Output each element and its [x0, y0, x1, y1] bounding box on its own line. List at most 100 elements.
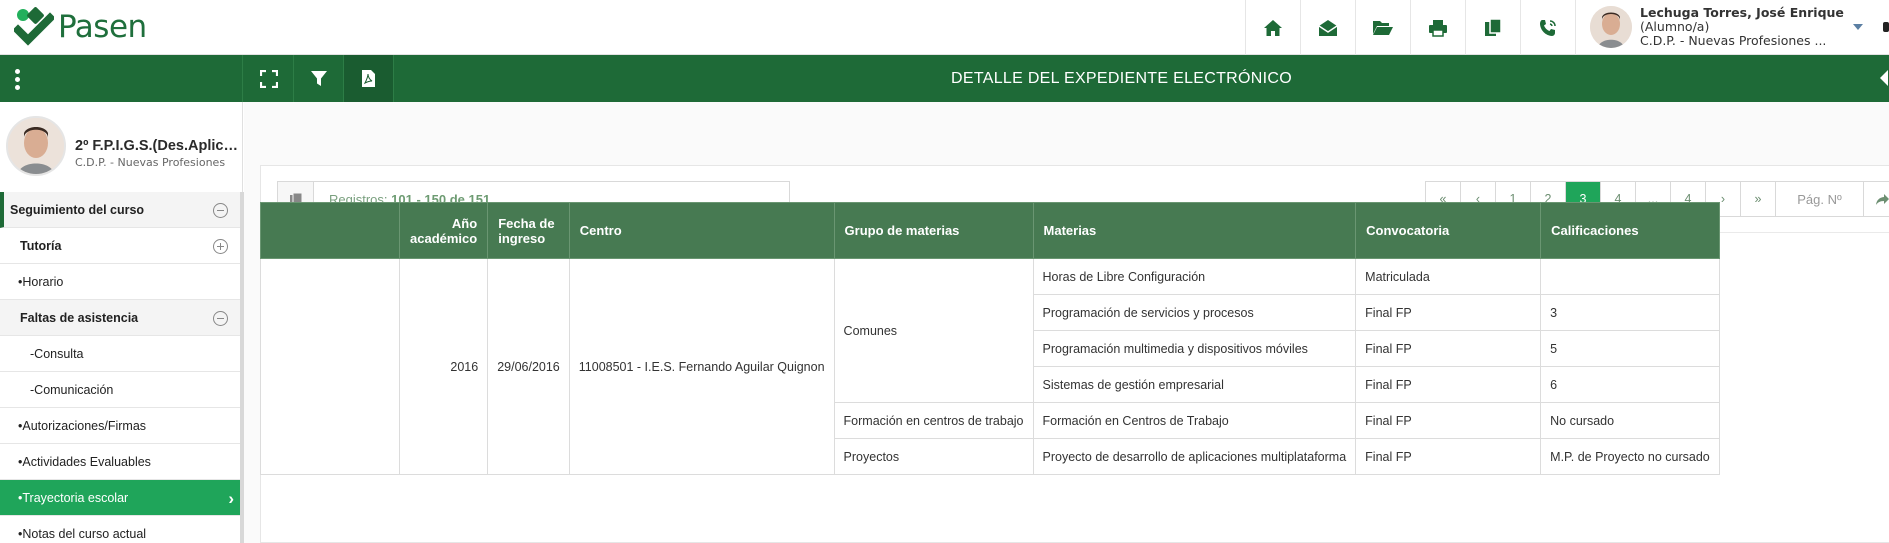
sidebar-item-label: •Horario — [18, 274, 64, 289]
session-cell: Final FP — [1355, 294, 1542, 331]
subject-cell: Proyecto de desarrollo de aplicaciones m… — [1032, 438, 1357, 475]
column-header[interactable]: Centro — [568, 202, 835, 259]
sidebar-nav: Seguimiento del curso Tutoría •Horario F… — [0, 192, 240, 543]
expand-icon — [259, 69, 278, 88]
session-cell: Final FP — [1355, 330, 1542, 367]
column-header[interactable]: Grupo de materias — [833, 202, 1034, 259]
center-cell: 11008501 - I.E.S. Fernando Aguilar Quign… — [568, 258, 835, 475]
sidebar-item-seguimiento[interactable]: Seguimiento del curso — [0, 192, 240, 228]
sidebar-item-label: Seguimiento del curso — [10, 202, 145, 217]
envelope-open-icon[interactable] — [1300, 0, 1355, 55]
sidebar-item-label: -Comunicación — [30, 382, 114, 397]
share-arrow-icon — [1875, 193, 1889, 205]
sidebar-item-actividades[interactable]: •Actividades Evaluables — [0, 444, 240, 480]
sidebar-item-label: •Trayectoria escolar — [18, 490, 129, 505]
table-header-row: Año académico Fecha de ingreso Centro Gr… — [260, 202, 1720, 259]
column-header[interactable]: Año académico — [398, 202, 489, 259]
pdf-export-button[interactable] — [344, 55, 394, 102]
year-cell: 2016 — [398, 258, 489, 475]
session-cell: Final FP — [1355, 402, 1542, 439]
sidebar-item-horario[interactable]: •Horario — [0, 264, 240, 300]
home-icon[interactable] — [1245, 0, 1300, 55]
sidebar-item-label: Faltas de asistencia — [20, 310, 139, 325]
sidebar-item-consulta[interactable]: -Consulta — [0, 336, 240, 372]
vertical-dots-icon — [15, 69, 20, 93]
top-bar: Pasen Lechuga Torres, José Enrique (Alum… — [0, 0, 1889, 55]
go-page-button[interactable] — [1864, 182, 1889, 216]
user-role: (Alumno/a) — [1640, 19, 1710, 34]
user-center: C.D.P. - Nuevas Profesiones ... — [1640, 33, 1827, 48]
session-cell: Final FP — [1355, 366, 1542, 403]
table-row: 2016 29/06/2016 11008501 - I.E.S. Fernan… — [260, 258, 1720, 475]
transcript-table: Año académico Fecha de ingreso Centro Gr… — [260, 202, 1720, 475]
course-name: 2º F.P.I.G.S.(Des.Aplic.Multip.) — [75, 138, 241, 154]
student-avatar — [6, 116, 66, 176]
pdf-file-icon — [362, 70, 375, 87]
column-header[interactable]: Convocatoria — [1355, 202, 1542, 259]
sidebar-item-label: •Actividades Evaluables — [18, 454, 151, 469]
main-content: Registros: 101 - 150 de 151 « ‹ 1 2 3 4 … — [244, 102, 1889, 543]
sidebar-item-faltas[interactable]: Faltas de asistencia — [0, 300, 240, 336]
column-header — [260, 202, 400, 259]
user-avatar — [1590, 6, 1632, 48]
sidebar-item-label: •Notas del curso actual — [18, 526, 147, 541]
grade-cell: 6 — [1540, 366, 1720, 403]
sidebar-item-comunicacion[interactable]: -Comunicación — [0, 372, 240, 408]
subject-cell: Programación de servicios y procesos — [1032, 294, 1357, 331]
filter-icon — [310, 70, 327, 86]
column-header[interactable]: Calificaciones — [1540, 202, 1720, 259]
group-cell: Proyectos — [833, 438, 1034, 475]
subject-cell: Horas de Libre Configuración — [1032, 258, 1357, 295]
sidebar: 2º F.P.I.G.S.(Des.Aplic.Multip.) C.D.P. … — [0, 102, 244, 543]
subject-cell: Sistemas de gestión empresarial — [1032, 366, 1357, 403]
group-cell: Comunes — [833, 258, 1034, 403]
page-number-input[interactable]: Pág. Nº — [1776, 182, 1864, 216]
pasen-logo[interactable]: Pasen — [12, 6, 147, 48]
sidebar-item-notas[interactable]: •Notas del curso actual — [0, 516, 240, 543]
table-cell — [260, 258, 400, 475]
expand-icon[interactable] — [213, 239, 228, 254]
sidebar-item-autorizaciones[interactable]: •Autorizaciones/Firmas — [0, 408, 240, 444]
chevron-right-icon: › — [228, 489, 234, 508]
column-header[interactable]: Fecha de ingreso — [487, 202, 570, 259]
copy-icon[interactable] — [1465, 0, 1520, 55]
grade-cell: 5 — [1540, 330, 1720, 367]
print-icon[interactable] — [1410, 0, 1465, 55]
pasen-logo-icon — [12, 6, 56, 48]
sidebar-item-label: Tutoría — [20, 238, 62, 253]
last-page-button[interactable]: » — [1741, 182, 1776, 216]
collapse-icon[interactable] — [213, 203, 228, 218]
course-center: C.D.P. - Nuevas Profesiones — [75, 156, 226, 169]
subject-cell: Formación en Centros de Trabajo — [1032, 402, 1357, 439]
collapse-icon[interactable] — [213, 311, 228, 326]
student-profile: 2º F.P.I.G.S.(Des.Aplic.Multip.) C.D.P. … — [0, 102, 243, 192]
grade-cell: M.P. de Proyecto no cursado — [1540, 438, 1720, 475]
page-title: DETALLE DEL EXPEDIENTE ELECTRÓNICO — [951, 69, 1292, 87]
session-cell: Final FP — [1355, 438, 1542, 475]
chevron-down-icon[interactable] — [1853, 24, 1863, 30]
grade-cell: 3 — [1540, 294, 1720, 331]
column-header[interactable]: Materias — [1032, 202, 1357, 259]
phone-volume-icon[interactable] — [1520, 0, 1575, 55]
group-cell: Formación en centros de trabajo — [833, 402, 1034, 439]
app-name: Pasen — [58, 9, 147, 45]
user-menu[interactable]: Lechuga Torres, José Enrique (Alumno/a) … — [1575, 0, 1875, 55]
sidebar-item-label: -Consulta — [30, 346, 84, 361]
user-name: Lechuga Torres, José Enrique — [1640, 5, 1844, 20]
sidebar-item-trayectoria[interactable]: •Trayectoria escolar › — [0, 480, 240, 516]
date-cell: 29/06/2016 — [487, 258, 570, 475]
sidebar-item-tutoria[interactable]: Tutoría — [0, 228, 240, 264]
grade-cell — [1540, 258, 1720, 295]
collapse-panel-icon[interactable] — [1880, 70, 1888, 86]
menu-button[interactable] — [0, 55, 243, 102]
fullscreen-button[interactable] — [244, 55, 294, 102]
header-bar: DETALLE DEL EXPEDIENTE ELECTRÓNICO — [0, 55, 1889, 102]
grade-cell: No cursado — [1540, 402, 1720, 439]
subject-cell: Programación multimedia y dispositivos m… — [1032, 330, 1357, 367]
overflow-icon[interactable] — [1883, 22, 1889, 32]
session-cell: Matriculada — [1355, 258, 1542, 295]
sidebar-item-label: •Autorizaciones/Firmas — [18, 418, 147, 433]
folder-open-icon[interactable] — [1355, 0, 1410, 55]
filter-button[interactable] — [294, 55, 344, 102]
top-toolbar — [1245, 0, 1575, 55]
